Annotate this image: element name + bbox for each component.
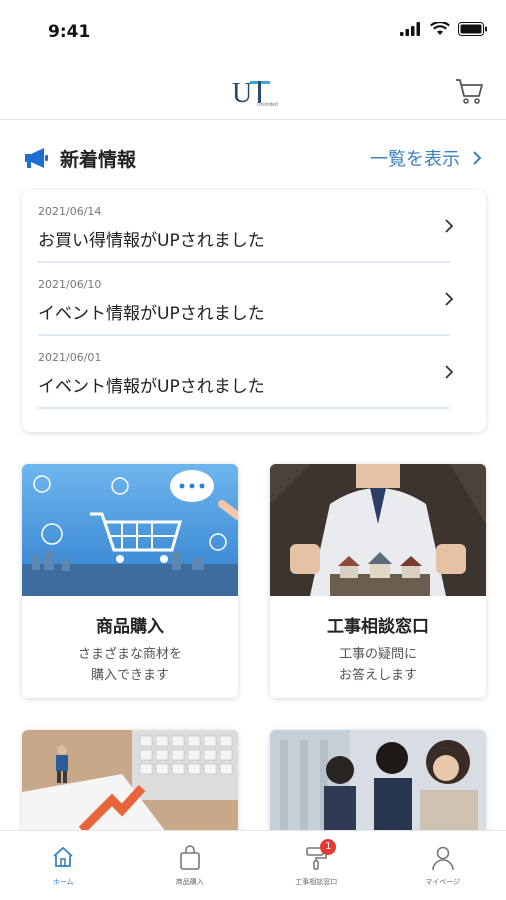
home-icon [53, 846, 73, 867]
news-title: 新着情報 [60, 148, 137, 171]
news-more-link[interactable]: 一覧を表示 [370, 145, 482, 171]
tab-label: マイページ [425, 878, 461, 886]
news-item[interactable]: 2021/06/01 イベント情報がUPされました [38, 336, 454, 409]
tab-shopping[interactable]: 商品購入 [127, 831, 254, 900]
status-bar: 9:41 [0, 0, 506, 62]
signal-icon [400, 22, 420, 36]
shopping-tile[interactable]: 商品購入 さまざまな商材を 購入できます [22, 464, 238, 698]
tile-title: 工事相談窓口 [327, 617, 429, 637]
news-card: 2021/06/14 お買い得情報がUPされました 2021/06/10 イベン… [22, 190, 486, 432]
tile-description: 工事の疑問に お答えします [270, 644, 486, 686]
svg-text:Unlimited: Unlimited [257, 102, 278, 108]
growth-image [22, 730, 238, 840]
bag-icon [179, 845, 200, 870]
tab-label: 商品購入 [175, 878, 204, 886]
tab-mypage[interactable]: マイページ [380, 831, 506, 900]
call-center-tile[interactable] [270, 730, 486, 840]
app-header: U Unlimited [0, 62, 506, 120]
chevron-right-icon [445, 219, 454, 233]
news-date: 2021/06/14 [38, 205, 102, 218]
cart-icon [456, 79, 483, 104]
app-logo[interactable]: U Unlimited [230, 72, 280, 112]
cart-button[interactable] [454, 76, 484, 106]
news-text: お買い得情報がUPされました [38, 231, 265, 251]
news-more-label: 一覧を表示 [370, 149, 460, 170]
tab-label: 工事相談窓口 [295, 878, 338, 886]
news-item[interactable]: 2021/06/14 お買い得情報がUPされました [38, 190, 454, 263]
user-icon [431, 846, 454, 871]
wifi-icon [430, 22, 450, 35]
svg-text:U: U [232, 78, 252, 109]
chevron-right-icon [445, 365, 454, 379]
status-time: 9:41 [48, 22, 91, 42]
news-item[interactable]: 2021/06/10 イベント情報がUPされました [38, 263, 454, 336]
call-center-image [270, 730, 486, 840]
battery-icon [458, 22, 487, 36]
news-text: イベント情報がUPされました [38, 377, 265, 397]
news-section-header: 新着情報 一覧を表示 [24, 140, 482, 176]
news-text: イベント情報がUPされました [38, 304, 265, 324]
tab-bar: ホーム 商品購入 1 工事相談窓口 マイページ [0, 830, 506, 900]
construction-image [270, 464, 486, 596]
growth-tile[interactable] [22, 730, 238, 840]
status-icons [400, 22, 488, 36]
tile-desc-line: さまざまな商材を [77, 647, 182, 662]
tile-description: さまざまな商材を 購入できます [22, 644, 238, 686]
news-date: 2021/06/01 [38, 351, 102, 364]
notification-badge: 1 [320, 839, 337, 855]
chevron-right-icon [445, 292, 454, 306]
tile-desc-line: 購入できます [90, 668, 169, 683]
news-date: 2021/06/10 [38, 278, 102, 291]
tab-home[interactable]: ホーム [0, 831, 127, 900]
megaphone-icon [25, 148, 48, 168]
tile-desc-line: 工事の疑問に [338, 647, 417, 662]
tab-label: ホーム [52, 878, 74, 886]
tab-construction-consult[interactable]: 1 工事相談窓口 [253, 831, 380, 900]
paint-roller-wrapper: 1 [304, 839, 337, 871]
tile-title: 商品購入 [96, 617, 164, 637]
shopping-image [22, 464, 238, 596]
chevron-right-icon [473, 151, 482, 165]
construction-consult-tile[interactable]: 工事相談窓口 工事の疑問に お答えします [270, 464, 486, 698]
tile-desc-line: お答えします [338, 668, 417, 683]
